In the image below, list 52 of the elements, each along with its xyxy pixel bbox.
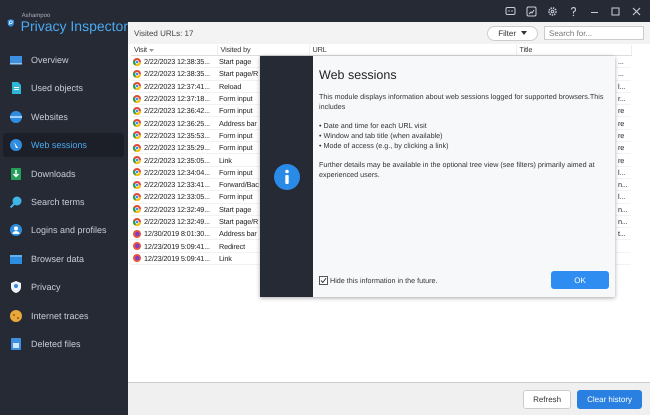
browser-icon (133, 119, 141, 128)
browser-icon (133, 192, 141, 201)
nav-icon (9, 166, 23, 181)
browser-icon (133, 180, 141, 189)
info-icon (274, 164, 300, 190)
browser-icon (133, 205, 141, 214)
settings-icon[interactable] (547, 6, 558, 16)
browser-icon (133, 58, 141, 66)
sidebar-item[interactable]: Websites (3, 104, 124, 129)
refresh-button[interactable]: Refresh (523, 390, 572, 408)
nav-icon (9, 223, 23, 238)
checkbox[interactable] (319, 276, 328, 284)
browser-icon (133, 70, 141, 78)
sidebar-item[interactable]: Deleted files (3, 332, 124, 356)
nav-icon (9, 53, 23, 67)
sidebar-item[interactable]: Downloads (3, 162, 124, 186)
app-title: Privacy Inspector (20, 18, 128, 34)
nav-icon (9, 110, 23, 124)
browser-icon (133, 168, 141, 176)
sidebar-item[interactable]: Used objects (3, 76, 124, 100)
browser-icon (133, 218, 141, 226)
sidebar-item[interactable]: Logins and profiles (3, 218, 124, 242)
sidebar-item[interactable]: Privacy (3, 275, 124, 300)
sidebar-item[interactable]: Web sessions (3, 133, 124, 158)
sidebar-item[interactable]: Browser data (3, 246, 124, 271)
browser-icon (133, 144, 141, 152)
nav-icon (9, 138, 23, 152)
browser-icon (133, 82, 141, 90)
browser-icon (133, 106, 141, 115)
close-icon[interactable] (631, 6, 642, 16)
sidebar-item[interactable]: Internet traces (3, 304, 124, 328)
visited-count: Visited URLs: 17 (134, 28, 194, 38)
maximize-icon[interactable] (610, 6, 621, 16)
sidebar-item[interactable]: Overview (3, 48, 124, 72)
help-icon[interactable] (568, 6, 579, 16)
chat-icon[interactable] (505, 6, 516, 16)
nav-icon (9, 336, 23, 351)
search-field[interactable]: Search for... (544, 26, 644, 40)
browser-icon (133, 156, 141, 164)
dialog-title: Web sessions (319, 68, 398, 82)
nav-icon (9, 81, 23, 96)
chart-icon[interactable] (526, 6, 537, 16)
nav-icon (9, 308, 23, 323)
caret-icon (521, 31, 527, 35)
nav-icon (9, 194, 23, 209)
browser-icon (133, 131, 141, 140)
sidebar-item[interactable]: Search terms (3, 190, 124, 214)
sort-icon (148, 49, 154, 52)
filter-button[interactable]: Filter (487, 26, 538, 40)
browser-icon (133, 94, 141, 103)
nav-icon (9, 280, 23, 294)
clear-history-button[interactable]: Clear history (577, 390, 642, 408)
